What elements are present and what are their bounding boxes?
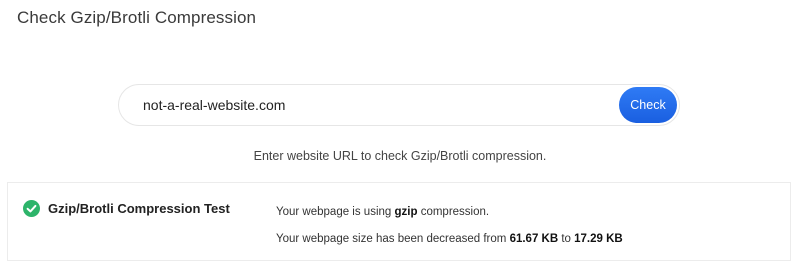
line1-prefix: Your webpage is using	[276, 206, 395, 218]
compressed-size: 17.29 KB	[574, 233, 623, 245]
compression-method-line: Your webpage is using gzip compression.	[276, 206, 489, 218]
compression-method: gzip	[394, 206, 418, 218]
page: Check Gzip/Brotli Compression Check Ente…	[0, 0, 800, 268]
page-title: Check Gzip/Brotli Compression	[17, 8, 257, 27]
size-reduction-line: Your webpage size has been decreased fro…	[276, 233, 623, 245]
result-card: Gzip/Brotli Compression Test Your webpag…	[7, 182, 791, 261]
test-name: Gzip/Brotli Compression Test	[48, 201, 230, 216]
check-circle-icon	[23, 200, 40, 217]
line1-suffix: compression.	[417, 206, 490, 218]
check-button[interactable]: Check	[619, 87, 677, 123]
hint-text: Enter website URL to check Gzip/Brotli c…	[253, 149, 547, 163]
original-size: 61.67 KB	[509, 233, 559, 245]
line2-middle: to	[558, 233, 575, 245]
search-bar: Check	[118, 84, 680, 126]
url-input[interactable]	[143, 85, 603, 125]
line2-prefix: Your webpage size has been decreased fro…	[276, 233, 510, 245]
